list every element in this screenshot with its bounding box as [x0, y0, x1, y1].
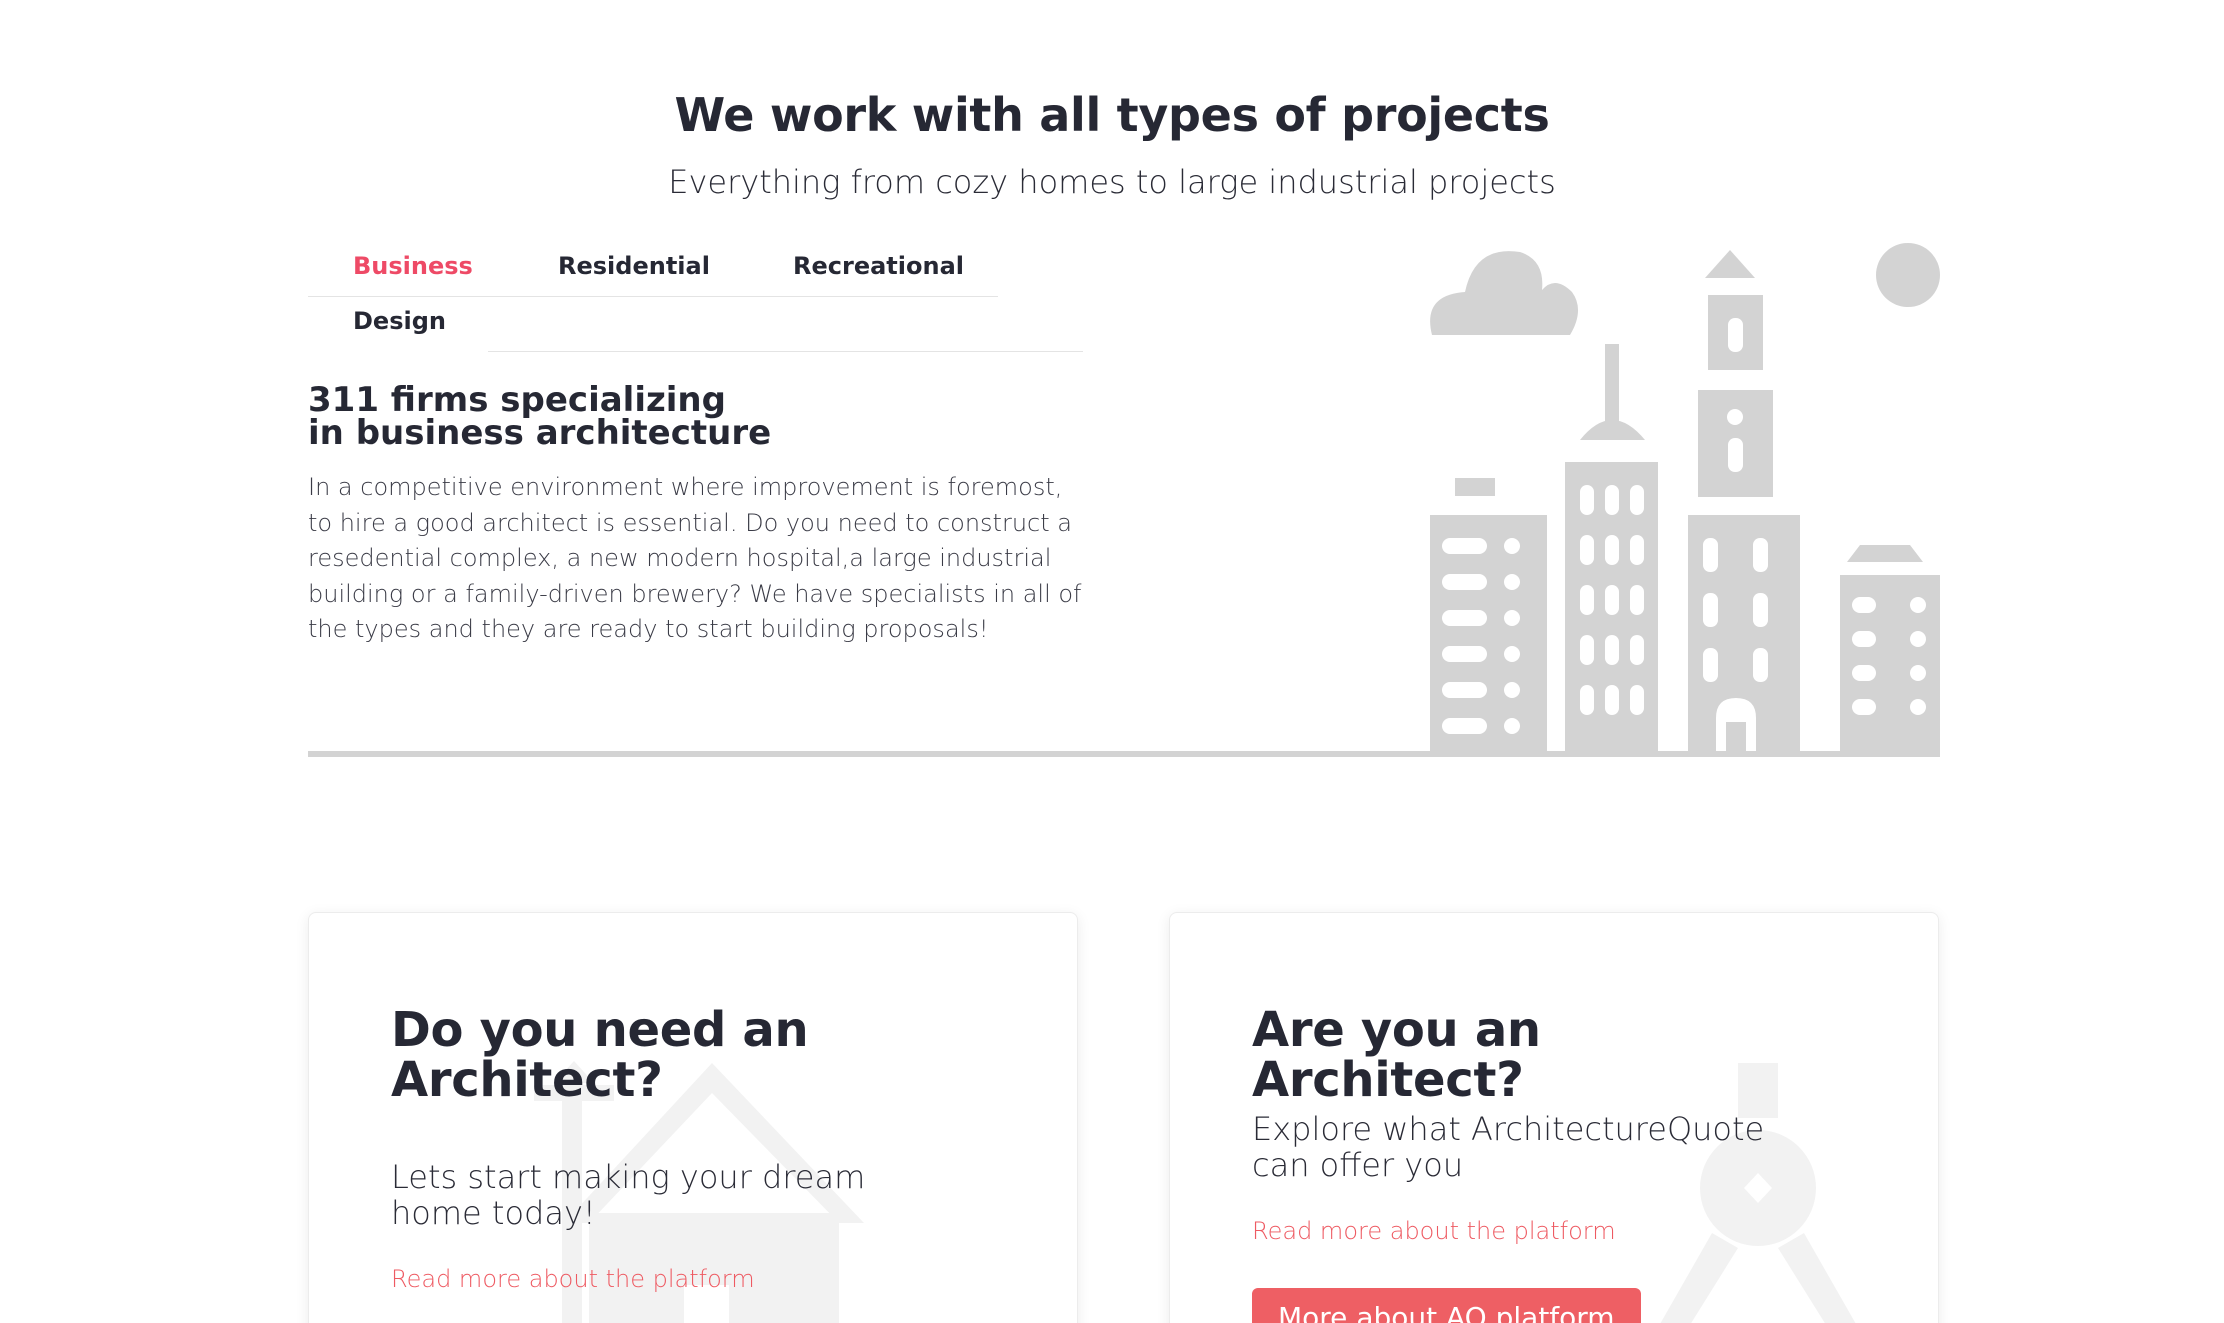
ground-line: [308, 751, 1940, 757]
section-title: 311 firms specializing in business archi…: [308, 380, 772, 453]
tab-design[interactable]: Design: [353, 307, 446, 335]
architect-card: Are you an Architect? Explore what Archi…: [1169, 912, 1939, 1323]
architect-card-title: Are you an Architect?: [1252, 1002, 1541, 1108]
client-card: Do you need an Architect? Lets start mak…: [308, 912, 1078, 1323]
client-card-text: Lets start making your dream home today!: [391, 1158, 866, 1232]
more-about-platform-button[interactable]: More about AQ platform: [1252, 1288, 1641, 1323]
client-read-more-link[interactable]: Read more about the platform: [391, 1265, 755, 1293]
architect-card-text: Explore what ArchitectureQuote can offer…: [1252, 1110, 1765, 1184]
city-skyline-illustration: [1430, 243, 1940, 755]
tab-recreational[interactable]: Recreational: [793, 252, 964, 280]
tab-business[interactable]: Business: [353, 252, 473, 280]
client-card-title: Do you need an Architect?: [391, 1002, 809, 1108]
page-title: We work with all types of projects: [674, 88, 1550, 142]
section-description: In a competitive environment where impro…: [308, 473, 1082, 643]
cloud-icon: [1430, 251, 1579, 335]
tab-residential[interactable]: Residential: [558, 252, 710, 280]
page-subtitle: Everything from cozy homes to large indu…: [668, 163, 1556, 201]
architect-read-more-link[interactable]: Read more about the platform: [1252, 1217, 1616, 1245]
sun-icon: [1876, 243, 1940, 307]
